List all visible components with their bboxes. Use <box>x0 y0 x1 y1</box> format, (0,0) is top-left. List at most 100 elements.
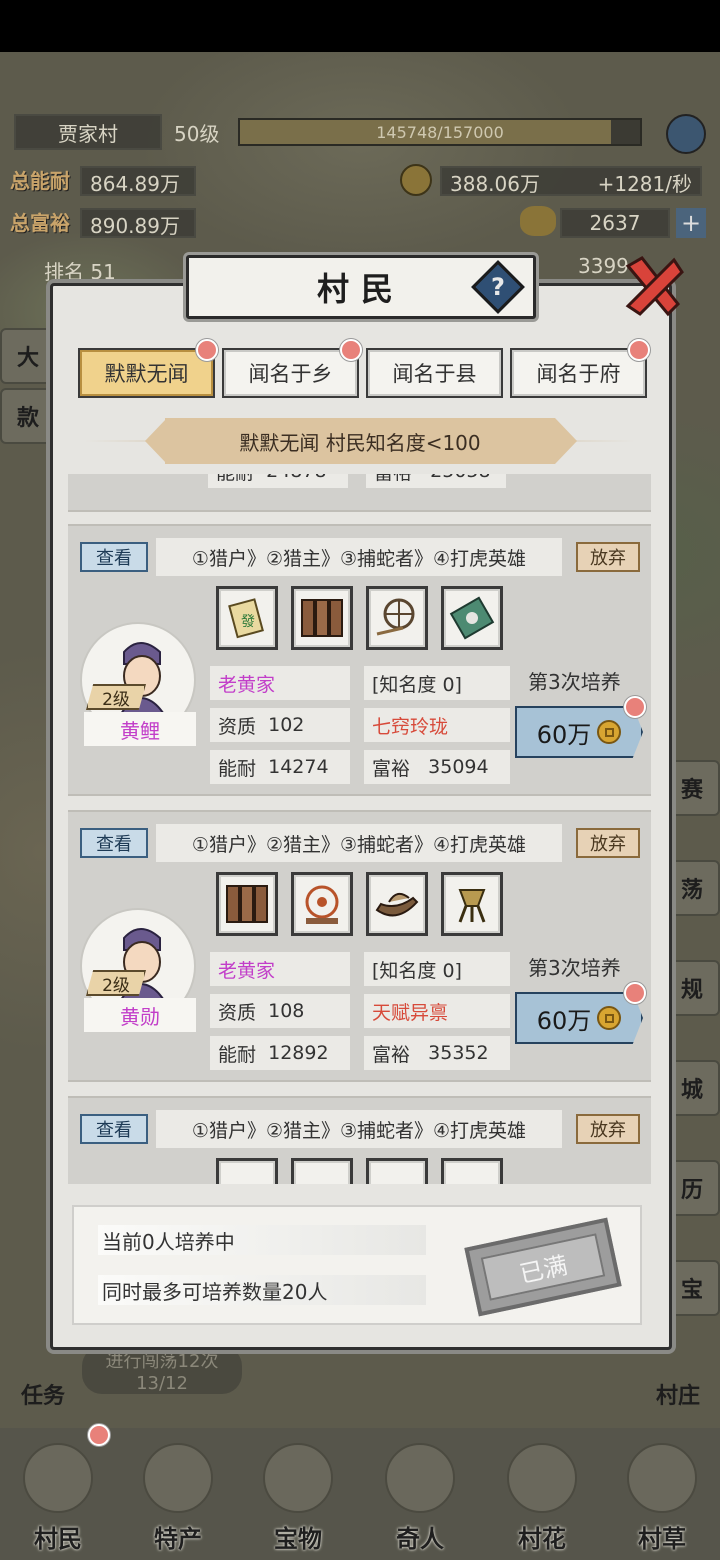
side-item-village[interactable]: 村庄 <box>640 1340 716 1410</box>
mahjong-icon[interactable]: 發 <box>216 586 278 650</box>
ingot-value: 2637 <box>560 208 670 238</box>
village-beauty-icon <box>507 1443 577 1513</box>
tab-obscure-badge <box>196 339 218 361</box>
side-item-left-2[interactable]: 款 <box>0 388 56 444</box>
ingot-icon <box>520 206 556 236</box>
tab-known-village[interactable]: 闻名于乡 <box>222 348 359 398</box>
title-help-icon[interactable]: ? <box>471 260 525 314</box>
close-button[interactable] <box>618 252 688 322</box>
task-progress: 13/12 <box>136 1372 188 1394</box>
ability-field: 能耐 14274 <box>210 750 350 784</box>
list-item-partial: 能耐 24878 富裕 25058 <box>68 474 651 512</box>
give-up-button[interactable]: 放弃 <box>576 1114 640 1144</box>
side-item-right-4[interactable]: 城 <box>664 1060 720 1116</box>
coin-icon <box>597 720 622 744</box>
level-badge: 2级 <box>86 684 146 710</box>
nav-village-hunk[interactable]: 村草 <box>614 1436 710 1554</box>
give-up-button[interactable]: 放弃 <box>576 542 640 572</box>
train-count: 第3次培养 <box>528 670 621 694</box>
villager-icon <box>23 1443 93 1513</box>
side-item-right-5[interactable]: 历 <box>664 1160 720 1216</box>
career-path: ①猎户》②猎主》③捕蛇者》④打虎英雄 <box>156 538 562 576</box>
coin-value: 388.06万 <box>450 172 540 196</box>
villager-name: 黄勋 <box>84 998 196 1032</box>
fame-value: [知名度 0] <box>364 666 510 700</box>
rich-field: 富裕 35352 <box>364 1036 510 1070</box>
nav-specialty[interactable]: 特产 <box>130 1436 226 1554</box>
aptitude-field: 资质 108 <box>210 994 350 1028</box>
coin-icon <box>400 164 432 196</box>
item-slot-icon[interactable] <box>291 1158 353 1184</box>
folding-screen-icon[interactable] <box>291 586 353 650</box>
nav-village-beauty[interactable]: 村花 <box>494 1436 590 1554</box>
banner-right-tip <box>555 418 577 464</box>
task-banner[interactable]: 进行闯荡12次 13/12 <box>82 1346 242 1394</box>
full-stamp-text: 已满 <box>480 1233 606 1301</box>
view-button[interactable]: 查看 <box>80 542 148 572</box>
career-path: ①猎户》②猎主》③捕蛇者》④打虎英雄 <box>156 1110 562 1148</box>
aptitude-field: 资质 102 <box>210 708 350 742</box>
side-item-left-1[interactable]: 大 <box>0 328 56 384</box>
train-button[interactable]: 60万 <box>515 992 643 1044</box>
fame-value: [知名度 0] <box>364 952 510 986</box>
train-badge <box>624 696 646 718</box>
task-button[interactable]: 任务 <box>10 1340 76 1410</box>
nav-villager-badge <box>88 1424 110 1446</box>
fame-banner-text: 默默无闻 村民知名度<100 <box>165 418 555 464</box>
tab-known-prefecture[interactable]: 闻名于府 <box>510 348 647 398</box>
boat-icon[interactable] <box>366 872 428 936</box>
villager-card: 查看 ①猎户》②猎主》③捕蛇者》④打虎英雄 放弃 2级 黄勋 老黄家 [知名度 … <box>68 810 651 1082</box>
item-slot-icon[interactable] <box>366 1158 428 1184</box>
train-button[interactable]: 60万 <box>515 706 643 758</box>
total-rich-label: 总富裕 <box>10 211 70 235</box>
train-count: 第3次培养 <box>528 956 621 980</box>
tab-known-village-badge <box>340 339 362 361</box>
task-text: 进行闯荡12次 <box>105 1350 219 1372</box>
level-badge: 2级 <box>86 970 146 996</box>
total-rich-value: 890.89万 <box>80 208 196 238</box>
talent-field: 七窍玲珑 <box>364 708 510 742</box>
specialty-icon <box>143 1443 213 1513</box>
view-button[interactable]: 查看 <box>80 1114 148 1144</box>
total-ability-value: 864.89万 <box>80 166 196 196</box>
spinning-wheel-icon[interactable] <box>366 586 428 650</box>
jade-disc-icon[interactable] <box>441 586 503 650</box>
villager-avatar-box[interactable]: 2级 黄勋 <box>80 908 198 1054</box>
bronze-vessel-icon[interactable] <box>441 872 503 936</box>
nav-villager[interactable]: 村民 <box>10 1436 106 1554</box>
villager-card: 查看 ①猎户》②猎主》③捕蛇者》④打虎英雄 放弃 <box>68 1096 651 1184</box>
rank-text: 排名 51 <box>44 260 116 284</box>
status-bar <box>0 0 720 52</box>
side-item-right-3[interactable]: 规 <box>664 960 720 1016</box>
villager-list[interactable]: 能耐 24878 富裕 25058 查看 ①猎户》②猎主》③捕蛇者》④打虎英雄 … <box>68 474 651 1184</box>
career-path: ①猎户》②猎主》③捕蛇者》④打虎英雄 <box>156 824 562 862</box>
fame-banner: 默默无闻 村民知名度<100 <box>85 418 635 464</box>
side-item-right-2[interactable]: 荡 <box>664 860 720 916</box>
nav-treasure[interactable]: 宝物 <box>250 1436 346 1554</box>
village-hunk-icon <box>627 1443 697 1513</box>
give-up-button[interactable]: 放弃 <box>576 828 640 858</box>
spinning-wheel-icon[interactable] <box>291 872 353 936</box>
family-name: 老黄家 <box>210 952 350 986</box>
side-item-right-6[interactable]: 宝 <box>664 1260 720 1316</box>
view-button[interactable]: 查看 <box>80 828 148 858</box>
talent-field: 天赋异禀 <box>364 994 510 1028</box>
village-level: 50级 <box>174 122 220 146</box>
level-progress-bar: 145748/157000 <box>238 118 642 146</box>
add-ingot-button[interactable]: + <box>676 208 706 238</box>
tab-obscure[interactable]: 默默无闻 <box>78 348 215 398</box>
training-max-text: 同时最多可培养数量20人 <box>98 1275 426 1305</box>
tab-known-county[interactable]: 闻名于县 <box>366 348 503 398</box>
item-slot-icon[interactable] <box>216 1158 278 1184</box>
villager-avatar-box[interactable]: 2级 黄鲤 <box>80 622 198 768</box>
close-icon <box>625 256 684 317</box>
side-item-right-1[interactable]: 赛 <box>664 760 720 816</box>
item-slot-icon[interactable] <box>441 1158 503 1184</box>
villager-name: 黄鲤 <box>84 712 196 746</box>
nav-special-person[interactable]: 奇人 <box>372 1436 468 1554</box>
tab-known-prefecture-badge <box>628 339 650 361</box>
treasure-icon <box>263 1443 333 1513</box>
total-ability-label: 总能耐 <box>10 169 70 193</box>
help-icon[interactable] <box>666 114 706 154</box>
folding-screen-icon[interactable] <box>216 872 278 936</box>
